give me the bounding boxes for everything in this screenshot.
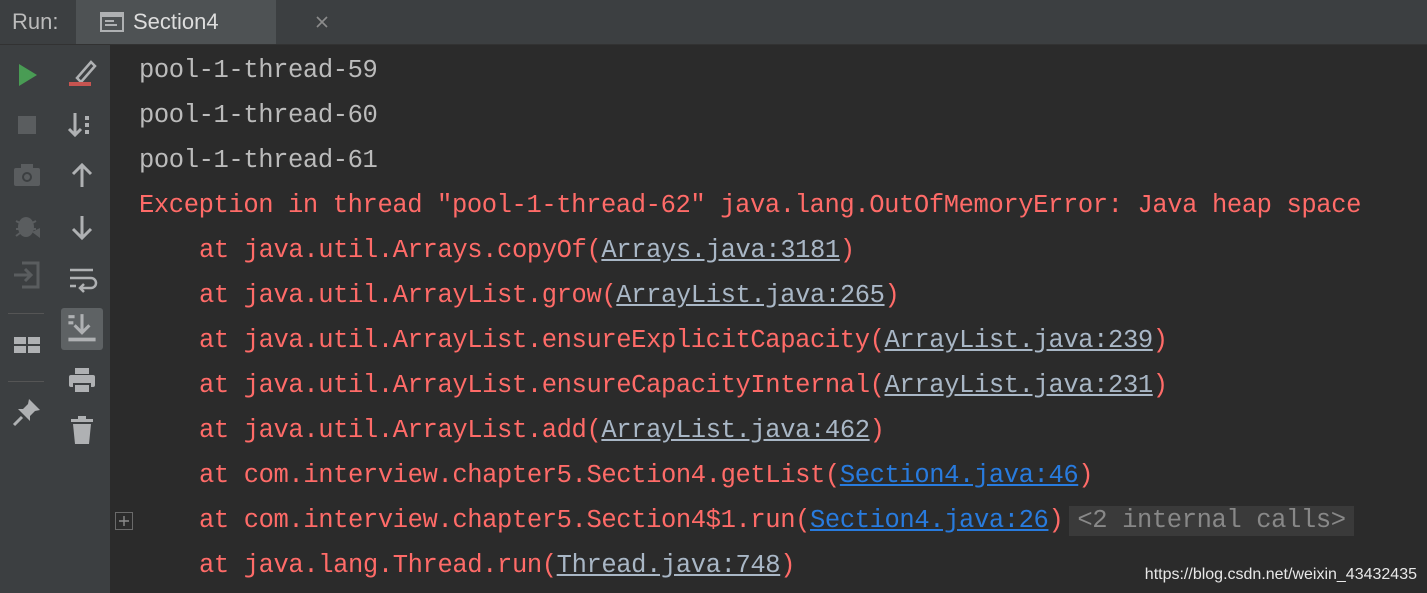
stack-trace-line: at java.util.Arrays.copyOf(Arrays.java:3… — [199, 236, 855, 265]
run-tool-window-header: Run: Section4 — [0, 0, 1427, 45]
output-line: pool-1-thread-60 — [139, 101, 378, 130]
output-line: pool-1-thread-61 — [139, 146, 378, 175]
source-link[interactable]: ArrayList.java:265 — [616, 281, 885, 310]
arrow-up-icon[interactable] — [65, 159, 99, 193]
console-actions-toolbar — [54, 45, 111, 593]
camera-icon[interactable] — [10, 158, 44, 192]
soft-wrap-icon[interactable] — [65, 261, 99, 295]
source-link[interactable]: ArrayList.java:239 — [885, 326, 1154, 355]
scroll-to-end-icon[interactable] — [61, 308, 103, 350]
source-link[interactable]: Section4.java:46 — [840, 461, 1079, 490]
stack-trace-line: at com.interview.chapter5.Section4$1.run… — [199, 506, 1354, 536]
source-link[interactable]: Section4.java:26 — [810, 506, 1049, 535]
stack-trace-line: at java.lang.Thread.run(Thread.java:748) — [199, 551, 796, 580]
debug-bug-icon[interactable] — [10, 208, 44, 242]
output-line: pool-1-thread-59 — [139, 56, 378, 85]
close-icon[interactable] — [314, 14, 330, 30]
exception-line: Exception in thread "pool-1-thread-62" j… — [139, 191, 1362, 220]
stack-trace-line: at java.util.ArrayList.ensureExplicitCap… — [199, 326, 1168, 355]
stack-trace-line: at com.interview.chapter5.Section4.getLi… — [199, 461, 1094, 490]
login-icon[interactable] — [10, 258, 44, 292]
source-link[interactable]: Thread.java:748 — [557, 551, 781, 580]
watermark: https://blog.csdn.net/weixin_43432435 — [1144, 566, 1417, 583]
console-output[interactable]: pool-1-thread-59 pool-1-thread-60 pool-1… — [111, 45, 1427, 593]
print-icon[interactable] — [65, 363, 99, 397]
rerun-icon[interactable] — [10, 58, 44, 92]
console-window-icon — [100, 11, 124, 33]
run-label: Run: — [12, 9, 59, 34]
stack-trace-line: at java.util.ArrayList.ensureCapacityInt… — [199, 371, 1168, 400]
pin-icon[interactable] — [10, 395, 44, 429]
tab-section4[interactable]: Section4 — [76, 0, 328, 44]
stack-trace-line: at java.util.ArrayList.add(ArrayList.jav… — [199, 416, 885, 445]
expand-fold-icon[interactable] — [115, 512, 133, 530]
trash-icon[interactable] — [65, 413, 99, 447]
source-link[interactable]: ArrayList.java:462 — [601, 416, 870, 445]
clear-edit-icon[interactable] — [65, 56, 99, 90]
layout-icon[interactable] — [10, 328, 44, 362]
run-actions-toolbar — [0, 45, 54, 593]
arrow-down-icon[interactable] — [65, 210, 99, 244]
stack-trace-line: at java.util.ArrayList.grow(ArrayList.ja… — [199, 281, 900, 310]
sort-down-icon[interactable] — [65, 108, 99, 142]
stop-icon[interactable] — [10, 108, 44, 142]
source-link[interactable]: Arrays.java:3181 — [601, 236, 840, 265]
tab-label: Section4 — [133, 9, 219, 34]
source-link[interactable]: ArrayList.java:231 — [885, 371, 1154, 400]
internal-calls-fold[interactable]: <2 internal calls> — [1069, 506, 1354, 536]
